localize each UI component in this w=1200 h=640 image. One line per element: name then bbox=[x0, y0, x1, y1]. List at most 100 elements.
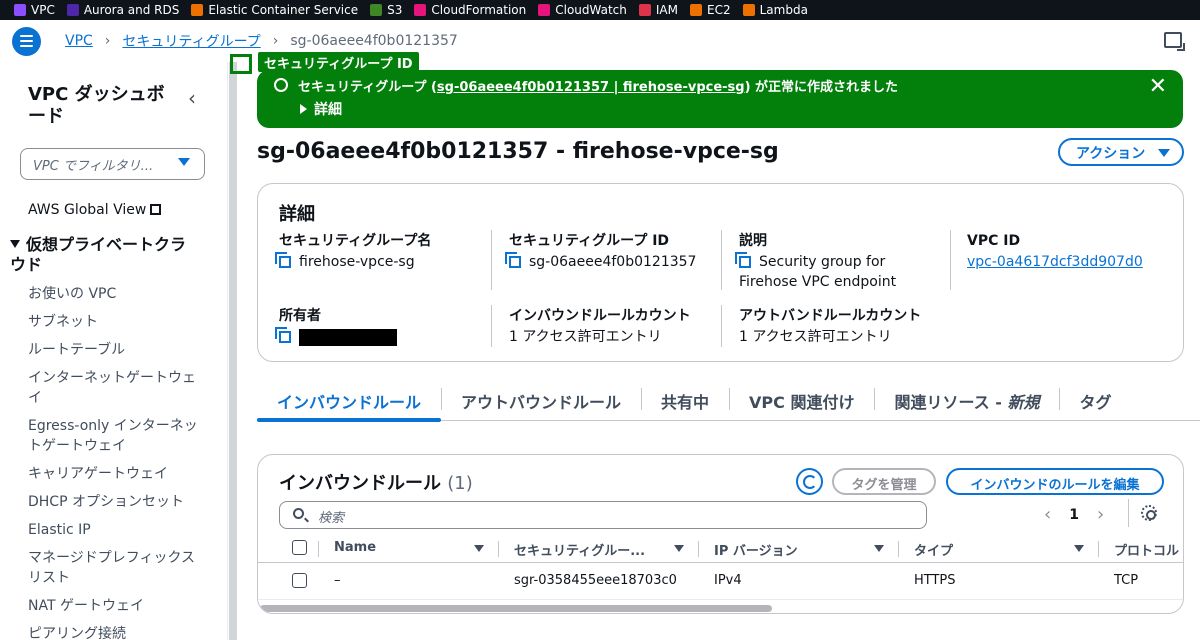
manage-tags-button[interactable]: タグを管理 bbox=[832, 468, 936, 495]
tab-inbound-rules[interactable]: インバウンドルール bbox=[257, 380, 442, 422]
service-shortcut-cloudwatch[interactable]: CloudWatch bbox=[538, 3, 627, 17]
tab-sharing[interactable]: 共有中 bbox=[641, 380, 729, 421]
refresh-icon[interactable] bbox=[796, 468, 823, 495]
caret-down-icon bbox=[178, 158, 190, 166]
divider bbox=[1128, 499, 1129, 527]
owner-label: 所有者 bbox=[279, 308, 321, 324]
cell-type: HTTPS bbox=[914, 573, 956, 588]
table-row[interactable]: – sgr-0358455eee18703c0 IPv4 HTTPS TCP bbox=[258, 564, 1183, 600]
service-shortcut-iam[interactable]: IAM bbox=[638, 3, 678, 17]
column-divider bbox=[898, 541, 899, 557]
menu-icon[interactable] bbox=[12, 26, 41, 56]
description-field: 説明 Security group for Firehose VPC endpo… bbox=[735, 232, 934, 292]
actions-button[interactable]: アクション bbox=[1058, 138, 1184, 166]
horizontal-scrollbar[interactable] bbox=[260, 605, 772, 612]
page-title: sg-06aeee4f0b0121357 - firehose-vpce-sg bbox=[257, 139, 779, 164]
service-shortcut-label: CloudFormation bbox=[431, 3, 527, 17]
sidebar-section-vpc[interactable]: 仮想プライベートクラウド bbox=[10, 235, 200, 275]
gear-icon[interactable] bbox=[1141, 505, 1157, 521]
inbound-count-field: インバウンドルールカウント 1 アクセス許可エントリ bbox=[509, 307, 709, 347]
sidebar-item-egress-only-igw[interactable]: Egress-only インターネットゲートウェイ bbox=[28, 416, 198, 456]
outbound-count-label: アウトバンドルールカウント bbox=[739, 308, 922, 324]
sidebar-item-managed-prefix-lists[interactable]: マネージドプレフィックスリスト bbox=[28, 548, 198, 588]
copy-icon[interactable] bbox=[735, 252, 751, 268]
sidebar-item-nat-gateways[interactable]: NAT ゲートウェイ bbox=[28, 596, 198, 616]
tab-label: VPC 関連付け bbox=[749, 393, 855, 412]
sidebar-item-dhcp-option-sets[interactable]: DHCP オプションセット bbox=[28, 492, 198, 512]
pagination: ‹ 1 › bbox=[1044, 504, 1104, 525]
tab-new-badge: 新規 bbox=[1007, 393, 1040, 412]
column-header-type[interactable]: タイプ bbox=[914, 540, 953, 559]
sg-id-field: セキュリティグループ ID sg-06aeee4f0b0121357 bbox=[505, 232, 709, 272]
sidebar-item-subnets[interactable]: サブネット bbox=[28, 312, 198, 332]
sidebar-item-carrier-gateways[interactable]: キャリアゲートウェイ bbox=[28, 464, 198, 484]
column-header-name[interactable]: Name bbox=[334, 540, 376, 555]
inbound-rules-panel: インバウンドルール (1) タグを管理 インバウンドのルールを編集 検索 ‹ 1… bbox=[257, 454, 1184, 614]
vpc-icon bbox=[14, 4, 26, 16]
select-all-checkbox[interactable] bbox=[292, 540, 307, 555]
column-header-protocol[interactable]: プロトコル bbox=[1114, 540, 1179, 559]
breadcrumb-vpc[interactable]: VPC bbox=[65, 33, 93, 49]
vpc-id-link[interactable]: vpc-0a4617dcf3dd907d0 bbox=[967, 252, 1167, 272]
sg-name-field: セキュリティグループ名 firehose-vpce-sg bbox=[275, 232, 479, 272]
service-shortcut-label: EC2 bbox=[707, 3, 731, 17]
service-shortcut-vpc[interactable]: VPC bbox=[14, 3, 55, 17]
tab-related-resources[interactable]: 関連リソース - 新規 bbox=[874, 380, 1059, 421]
lambda-icon bbox=[742, 4, 755, 16]
feedback-icon[interactable] bbox=[1164, 32, 1185, 51]
column-divider bbox=[491, 305, 492, 347]
flash-sg-link[interactable]: sg-06aeee4f0b0121357 | firehose-vpce-sg bbox=[437, 80, 745, 95]
service-shortcut-aurora-and-rds[interactable]: Aurora and RDS bbox=[66, 3, 179, 17]
sg-name-label: セキュリティグループ名 bbox=[279, 233, 432, 249]
service-shortcut-label: CloudWatch bbox=[555, 3, 627, 17]
cloudwatch-icon bbox=[538, 4, 551, 16]
inbound-count-value: 1 アクセス許可エントリ bbox=[509, 329, 662, 345]
tab-label: タグ bbox=[1079, 393, 1112, 412]
service-shortcut-ec2[interactable]: EC2 bbox=[690, 3, 731, 17]
column-header-rule-id[interactable]: セキュリティグルー... bbox=[514, 540, 645, 559]
page-number[interactable]: 1 bbox=[1069, 507, 1079, 523]
sidebar-item-peering-connections[interactable]: ピアリング接続 bbox=[28, 624, 198, 640]
copy-icon[interactable] bbox=[275, 327, 291, 343]
vpc-filter-select[interactable]: VPC でフィルタリ... bbox=[20, 148, 205, 180]
service-shortcut-lambda[interactable]: Lambda bbox=[742, 3, 808, 17]
sidebar-item-route-tables[interactable]: ルートテーブル bbox=[28, 340, 198, 360]
sidebar-item-internet-gateways[interactable]: インターネットゲートウェイ bbox=[28, 368, 198, 408]
flash-details-toggle[interactable]: 詳細 bbox=[300, 99, 342, 119]
success-check-icon bbox=[274, 78, 288, 92]
sort-icon[interactable] bbox=[474, 545, 484, 552]
copy-icon[interactable] bbox=[275, 252, 291, 268]
service-shortcut-elastic-container-service[interactable]: Elastic Container Service bbox=[191, 3, 358, 17]
chevron-left-icon[interactable]: ‹ bbox=[1044, 504, 1051, 525]
search-input[interactable]: 検索 bbox=[279, 501, 927, 529]
service-shortcut-label: Elastic Container Service bbox=[208, 3, 359, 17]
iam-icon bbox=[638, 4, 651, 16]
row-checkbox[interactable] bbox=[292, 573, 307, 588]
column-header-ip-version[interactable]: IP バージョン bbox=[714, 540, 798, 559]
column-divider bbox=[491, 230, 492, 290]
service-shortcut-cloudformation[interactable]: CloudFormation bbox=[414, 3, 526, 17]
vpc-id-label: VPC ID bbox=[967, 233, 1021, 249]
s3-icon bbox=[370, 4, 383, 16]
service-shortcut-s3[interactable]: S3 bbox=[370, 3, 402, 17]
close-icon[interactable]: ✕ bbox=[1149, 74, 1167, 99]
tab-vpc-associations[interactable]: VPC 関連付け bbox=[729, 380, 874, 421]
sort-icon[interactable] bbox=[674, 545, 684, 552]
sidebar-item-elastic-ip[interactable]: Elastic IP bbox=[28, 520, 198, 540]
service-shortcut-bar: VPC Aurora and RDS Elastic Container Servi… bbox=[0, 0, 1200, 20]
chevron-right-icon[interactable]: › bbox=[1097, 504, 1104, 525]
column-divider bbox=[721, 230, 722, 290]
copy-icon[interactable] bbox=[505, 252, 521, 268]
sort-icon[interactable] bbox=[1074, 545, 1084, 552]
chevron-left-icon[interactable]: ‹ bbox=[188, 86, 196, 110]
tab-outbound-rules[interactable]: アウトバウンドルール bbox=[441, 380, 641, 421]
ec2-icon bbox=[690, 4, 702, 16]
breadcrumb-security-groups[interactable]: セキュリティグループ bbox=[122, 31, 260, 51]
search-placeholder: 検索 bbox=[318, 511, 345, 526]
sort-icon[interactable] bbox=[874, 545, 884, 552]
tab-tags[interactable]: タグ bbox=[1059, 380, 1131, 421]
sidebar-item-global-view[interactable]: AWS Global View bbox=[28, 202, 162, 218]
edit-inbound-rules-button[interactable]: インバウンドのルールを編集 bbox=[946, 468, 1164, 495]
sidebar-resize-handle[interactable] bbox=[229, 62, 237, 640]
sidebar-item-your-vpcs[interactable]: お使いの VPC bbox=[28, 284, 198, 304]
